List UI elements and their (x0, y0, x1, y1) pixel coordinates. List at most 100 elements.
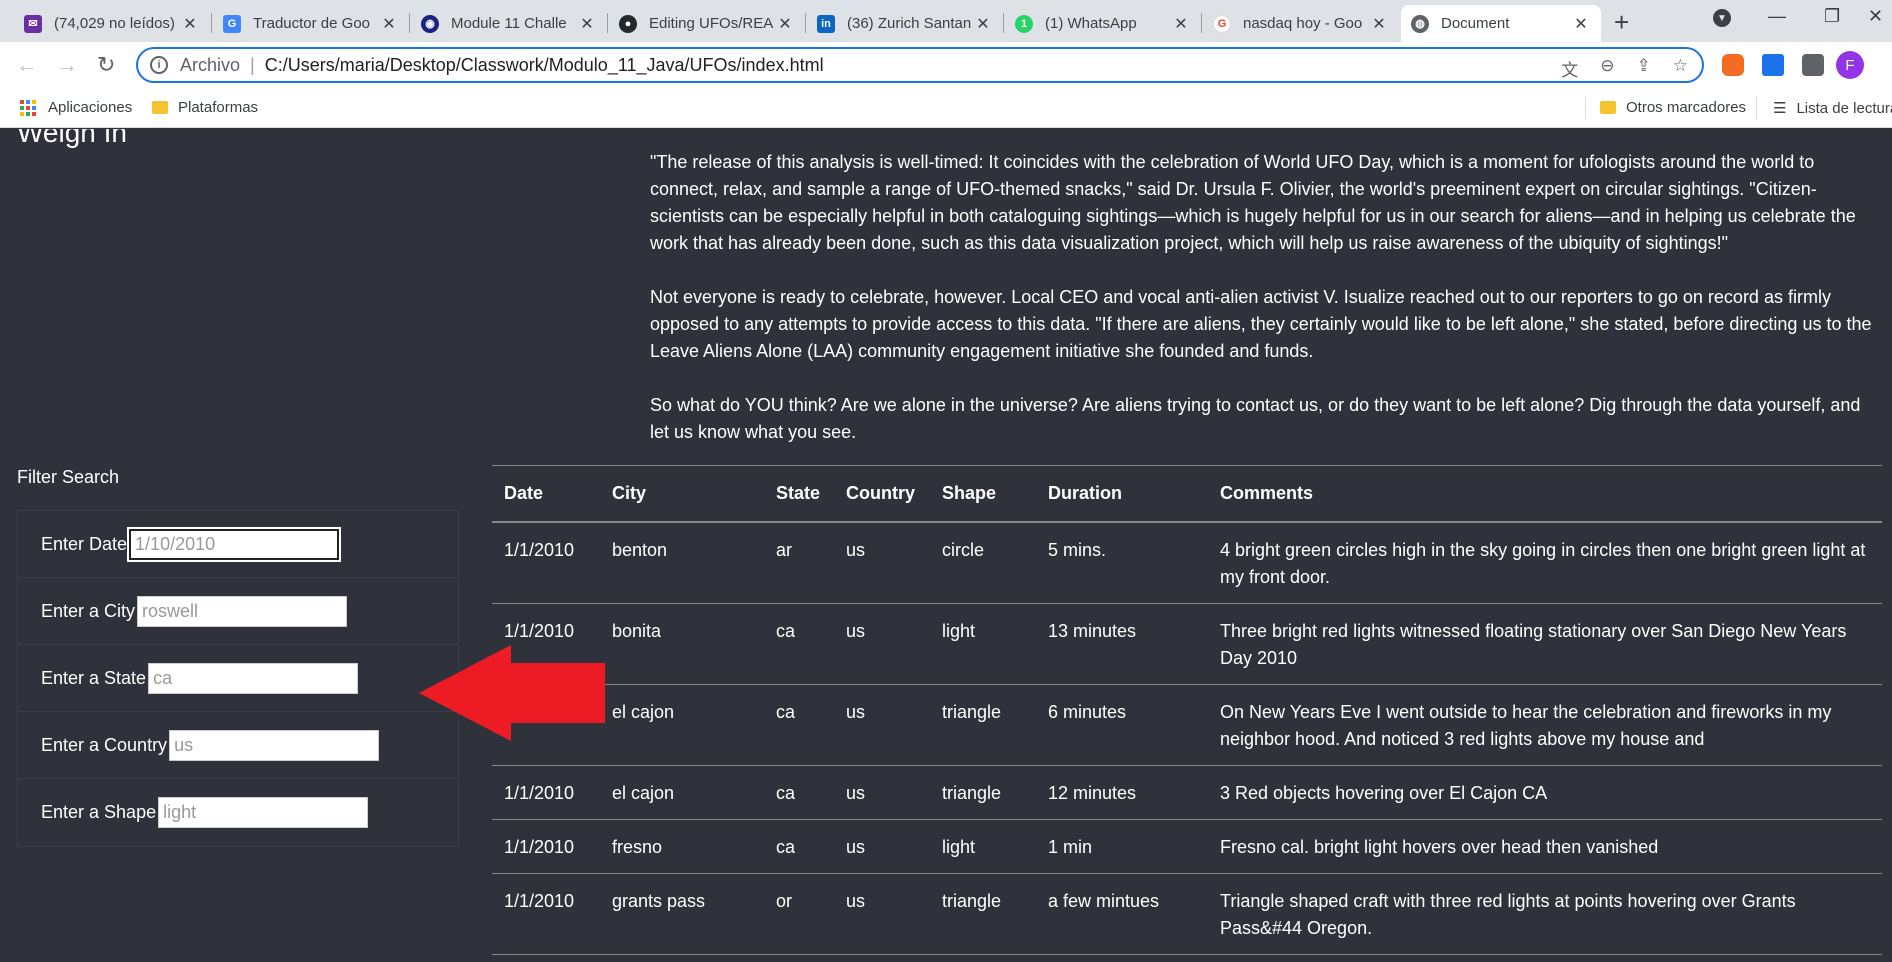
extension-icon[interactable] (1762, 54, 1784, 76)
back-button[interactable]: ← (16, 52, 38, 78)
shape-input[interactable] (158, 797, 369, 828)
cell-date: 1/1/2010 (492, 819, 600, 874)
cell-country: us (834, 684, 930, 766)
column-header: State (764, 465, 834, 523)
cell-shape: triangle (930, 765, 1036, 820)
bookmark-label: Plataformas (178, 99, 259, 116)
tab-linkedin[interactable]: in (36) Zurich Santan ✕ (807, 5, 1003, 42)
tab-search-icon[interactable]: ▼ (1713, 9, 1731, 27)
close-icon[interactable]: ✕ (1369, 14, 1389, 34)
browser-toolbar: ← → ↻ i Archivo | C:/Users/maria/Desktop… (0, 42, 1892, 89)
extension-icon[interactable] (1722, 54, 1744, 76)
paragraph: "The release of this analysis is well-ti… (650, 152, 1856, 253)
bookmark-apps[interactable]: Aplicaciones (20, 99, 132, 116)
folder-icon (152, 101, 168, 114)
close-icon[interactable]: ✕ (577, 14, 597, 34)
country-input[interactable] (169, 729, 380, 761)
zoom-out-icon[interactable]: ⊖ (1600, 56, 1614, 81)
cell-duration: 5 mins. (1036, 521, 1208, 604)
tab-document[interactable]: ◍ Document ✕ (1401, 5, 1601, 42)
paragraph: So what do YOU think? Are we alone in th… (650, 395, 1861, 442)
cell-date: 1/1/2010 (492, 873, 600, 955)
cell-city: el cajon (600, 684, 764, 766)
bookmarks-bar: Aplicaciones Plataformas Otros marcadore… (0, 89, 1892, 128)
cell-date: 1/1/2010 (492, 765, 600, 820)
forward-button[interactable]: → (56, 52, 78, 78)
table-header-row: Date City State Country Shape Duration C… (492, 465, 1882, 523)
window-close-button[interactable]: ✕ (1868, 6, 1883, 27)
column-header: Date (492, 465, 600, 523)
close-icon[interactable]: ✕ (379, 14, 399, 34)
close-icon[interactable]: ✕ (1571, 14, 1591, 34)
course-icon: ◉ (421, 14, 439, 33)
minimize-button[interactable]: — (1768, 6, 1786, 27)
cell-shape: circle (930, 521, 1036, 604)
tab-github[interactable]: ● Editing UFOs/REA ✕ (609, 5, 805, 42)
whatsapp-icon: 1 (1015, 14, 1033, 33)
city-input[interactable] (137, 595, 348, 627)
column-header: City (600, 465, 764, 523)
cell-comments: On New Years Eve I went outside to hear … (1208, 684, 1882, 766)
column-header: Comments (1208, 465, 1882, 523)
table-row: 1/1/2010 benton ar us circle 5 mins. 4 b… (492, 521, 1882, 604)
cell-comments: 4 bright green circles high in the sky g… (1208, 521, 1882, 604)
tab-gmail[interactable]: ✉ (74,029 no leídos) ✕ (14, 5, 210, 42)
close-icon[interactable]: ✕ (180, 14, 200, 34)
date-input[interactable] (127, 526, 342, 562)
tab-title: nasdaq hoy - Goo (1243, 15, 1363, 32)
folder-icon (1600, 101, 1616, 114)
translate-icon: G (223, 14, 241, 33)
apps-grid-icon (20, 99, 36, 116)
cell-city: fresno (600, 819, 764, 874)
arrow-left-icon (419, 645, 605, 741)
cell-state: ca (764, 819, 834, 874)
close-icon[interactable]: ✕ (775, 14, 795, 34)
tab-title: Module 11 Challe (451, 15, 567, 32)
cell-duration: 12 minutes (1036, 765, 1208, 820)
cell-comments: Three bright red lights witnessed floati… (1208, 603, 1882, 685)
cell-state: ca (764, 684, 834, 766)
cell-state: or (764, 873, 834, 955)
bookmark-plataformas[interactable]: Plataformas (152, 99, 258, 116)
reload-button[interactable]: ↻ (97, 52, 115, 78)
share-icon[interactable]: ⇪ (1637, 56, 1651, 81)
table-row: 1/1/2010 el cajon ca us triangle 6 minut… (492, 684, 1882, 766)
filter-list: Enter Date Enter a City Enter a State En… (17, 510, 459, 847)
bookmark-star-icon[interactable]: ☆ (1673, 56, 1688, 81)
filter-state: Enter a State (18, 645, 458, 712)
tab-whatsapp[interactable]: 1 (1) WhatsApp ✕ (1005, 5, 1201, 42)
close-icon[interactable]: ✕ (973, 14, 993, 34)
cell-state: ca (764, 603, 834, 685)
tab-translate[interactable]: G Traductor de Goo ✕ (213, 5, 409, 42)
translate-icon[interactable]: 文 (1561, 56, 1578, 81)
tab-strip: ✉ (74,029 no leídos) ✕ G Traductor de Go… (0, 0, 1892, 42)
table-row: 1/1/2010 grants pass or us triangle a fe… (492, 873, 1882, 955)
restore-button[interactable]: ❐ (1824, 6, 1840, 27)
new-tab-button[interactable]: + (1614, 7, 1629, 38)
address-bar[interactable]: i Archivo | C:/Users/maria/Desktop/Class… (136, 47, 1704, 83)
mail-icon: ✉ (24, 14, 42, 33)
github-icon: ● (619, 14, 637, 33)
table-row: 1/1/2010 fresno ca us light 1 min Fresno… (492, 819, 1882, 874)
cell-duration: 13 minutes (1036, 603, 1208, 685)
filter-search-title: Filter Search (17, 467, 120, 487)
tab-title: (36) Zurich Santan (847, 15, 972, 32)
info-icon[interactable]: i (150, 56, 168, 74)
tab-module[interactable]: ◉ Module 11 Challe ✕ (411, 5, 607, 42)
reading-list[interactable]: ☰ Lista de lectura (1773, 99, 1892, 118)
tab-google[interactable]: G nasdaq hoy - Goo ✕ (1203, 5, 1399, 42)
cell-city: el cajon (600, 765, 764, 820)
table-row: 1/1/2010 el cajon ca us triangle 12 minu… (492, 765, 1882, 820)
column-header: Shape (930, 465, 1036, 523)
bookmark-label: Otros marcadores (1626, 99, 1747, 116)
puzzle-icon[interactable] (1802, 54, 1824, 76)
bookmark-other[interactable]: Otros marcadores (1600, 99, 1746, 116)
avatar[interactable]: F (1836, 51, 1864, 79)
state-input[interactable] (148, 662, 359, 694)
cell-date: 1/1/2010 (492, 521, 600, 604)
cell-city: bonita (600, 603, 764, 685)
cell-city: grants pass (600, 873, 764, 955)
close-icon[interactable]: ✕ (1171, 14, 1191, 34)
filter-label: Enter a Shape (41, 802, 157, 822)
address-url[interactable]: C:/Users/maria/Desktop/Classwork/Modulo_… (265, 55, 824, 76)
